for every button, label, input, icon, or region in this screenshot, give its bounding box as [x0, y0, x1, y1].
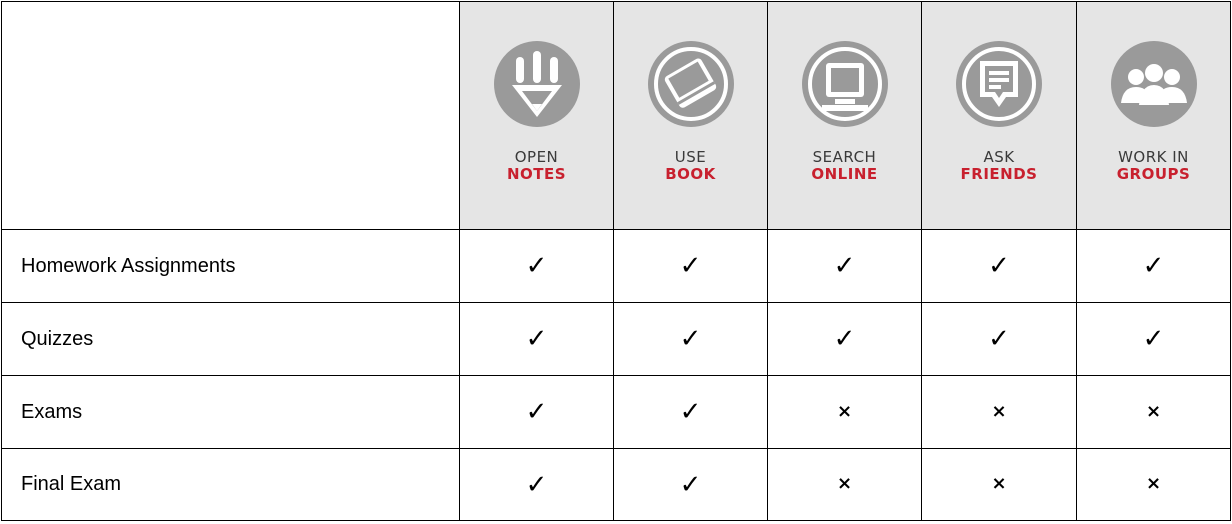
check-icon: ✓ — [833, 324, 856, 354]
cross-cell: × — [921, 448, 1077, 521]
check-cell: ✓ — [921, 302, 1077, 376]
column-label-bottom: FRIENDS — [960, 165, 1038, 184]
cross-icon: × — [836, 473, 853, 494]
check-icon: ✓ — [1142, 251, 1165, 281]
cross-icon: × — [1145, 400, 1162, 422]
computer-icon — [801, 41, 888, 127]
check-cell: ✓ — [767, 229, 922, 303]
check-cell: ✓ — [1076, 229, 1231, 303]
check-icon: ✓ — [525, 324, 548, 354]
cross-cell: × — [767, 448, 922, 521]
column-label-top: WORK IN — [1118, 148, 1189, 166]
column-label-top: OPEN — [514, 148, 559, 166]
check-icon: ✓ — [988, 251, 1010, 281]
check-cell: ✓ — [921, 229, 1077, 303]
column-label-top: USE — [674, 148, 707, 166]
cross-cell: × — [1076, 448, 1231, 521]
row-label: Final Exam — [1, 448, 460, 521]
check-cell: ✓ — [459, 448, 614, 521]
row-label: Exams — [1, 375, 460, 449]
column-label-bottom: BOOK — [665, 165, 716, 184]
cross-cell: × — [767, 375, 922, 449]
row-label: Quizzes — [1, 302, 460, 376]
check-cell: ✓ — [1076, 302, 1231, 376]
book-icon — [647, 41, 734, 127]
check-icon: ✓ — [833, 251, 856, 281]
check-icon: ✓ — [679, 469, 702, 500]
header-row: OPEN NOTES USE BOOK SEARCH ONLINE ASK FR… — [1, 1, 1231, 230]
cross-cell: × — [921, 375, 1077, 449]
chat-bubble-icon — [956, 41, 1042, 127]
policy-table: OPEN NOTES USE BOOK SEARCH ONLINE ASK FR… — [1, 1, 1231, 521]
check-icon: ✓ — [525, 251, 548, 281]
check-icon: ✓ — [679, 251, 702, 281]
column-label-bottom: NOTES — [506, 165, 567, 184]
cross-icon: × — [991, 400, 1007, 422]
check-cell: ✓ — [613, 375, 768, 449]
cross-icon: × — [1145, 473, 1162, 494]
check-cell: ✓ — [613, 302, 768, 376]
table-row: Quizzes ✓ ✓ ✓ ✓ ✓ — [1, 302, 1231, 376]
cross-icon: × — [991, 473, 1007, 494]
check-cell: ✓ — [459, 229, 614, 303]
check-icon: ✓ — [525, 397, 548, 427]
check-icon: ✓ — [1142, 324, 1165, 354]
check-cell: ✓ — [613, 229, 768, 303]
check-cell: ✓ — [613, 448, 768, 521]
cross-icon: × — [836, 400, 853, 422]
header-work-in-groups: WORK IN GROUPS — [1076, 1, 1231, 230]
table-row: Exams ✓ ✓ × × × — [1, 375, 1231, 449]
corner-cell — [1, 1, 460, 230]
check-cell: ✓ — [767, 302, 922, 376]
cross-cell: × — [1076, 375, 1231, 449]
header-open-notes: OPEN NOTES — [459, 1, 614, 230]
check-icon: ✓ — [679, 397, 702, 427]
column-label-top: ASK — [983, 148, 1015, 166]
group-icon — [1110, 41, 1197, 127]
column-label-bottom: GROUPS — [1116, 165, 1191, 184]
table-row: Homework Assignments ✓ ✓ ✓ ✓ ✓ — [1, 229, 1231, 303]
check-icon: ✓ — [988, 324, 1010, 354]
pencil-icon — [493, 41, 580, 127]
column-label-bottom: ONLINE — [811, 165, 878, 184]
check-icon: ✓ — [679, 324, 702, 354]
table-row: Final Exam ✓ ✓ × × × — [1, 448, 1231, 521]
check-cell: ✓ — [459, 302, 614, 376]
check-icon: ✓ — [525, 469, 548, 500]
header-search-online: SEARCH ONLINE — [767, 1, 922, 230]
header-use-book: USE BOOK — [613, 1, 768, 230]
header-ask-friends: ASK FRIENDS — [921, 1, 1077, 230]
check-cell: ✓ — [459, 375, 614, 449]
column-label-top: SEARCH — [812, 148, 877, 166]
row-label: Homework Assignments — [1, 229, 460, 303]
